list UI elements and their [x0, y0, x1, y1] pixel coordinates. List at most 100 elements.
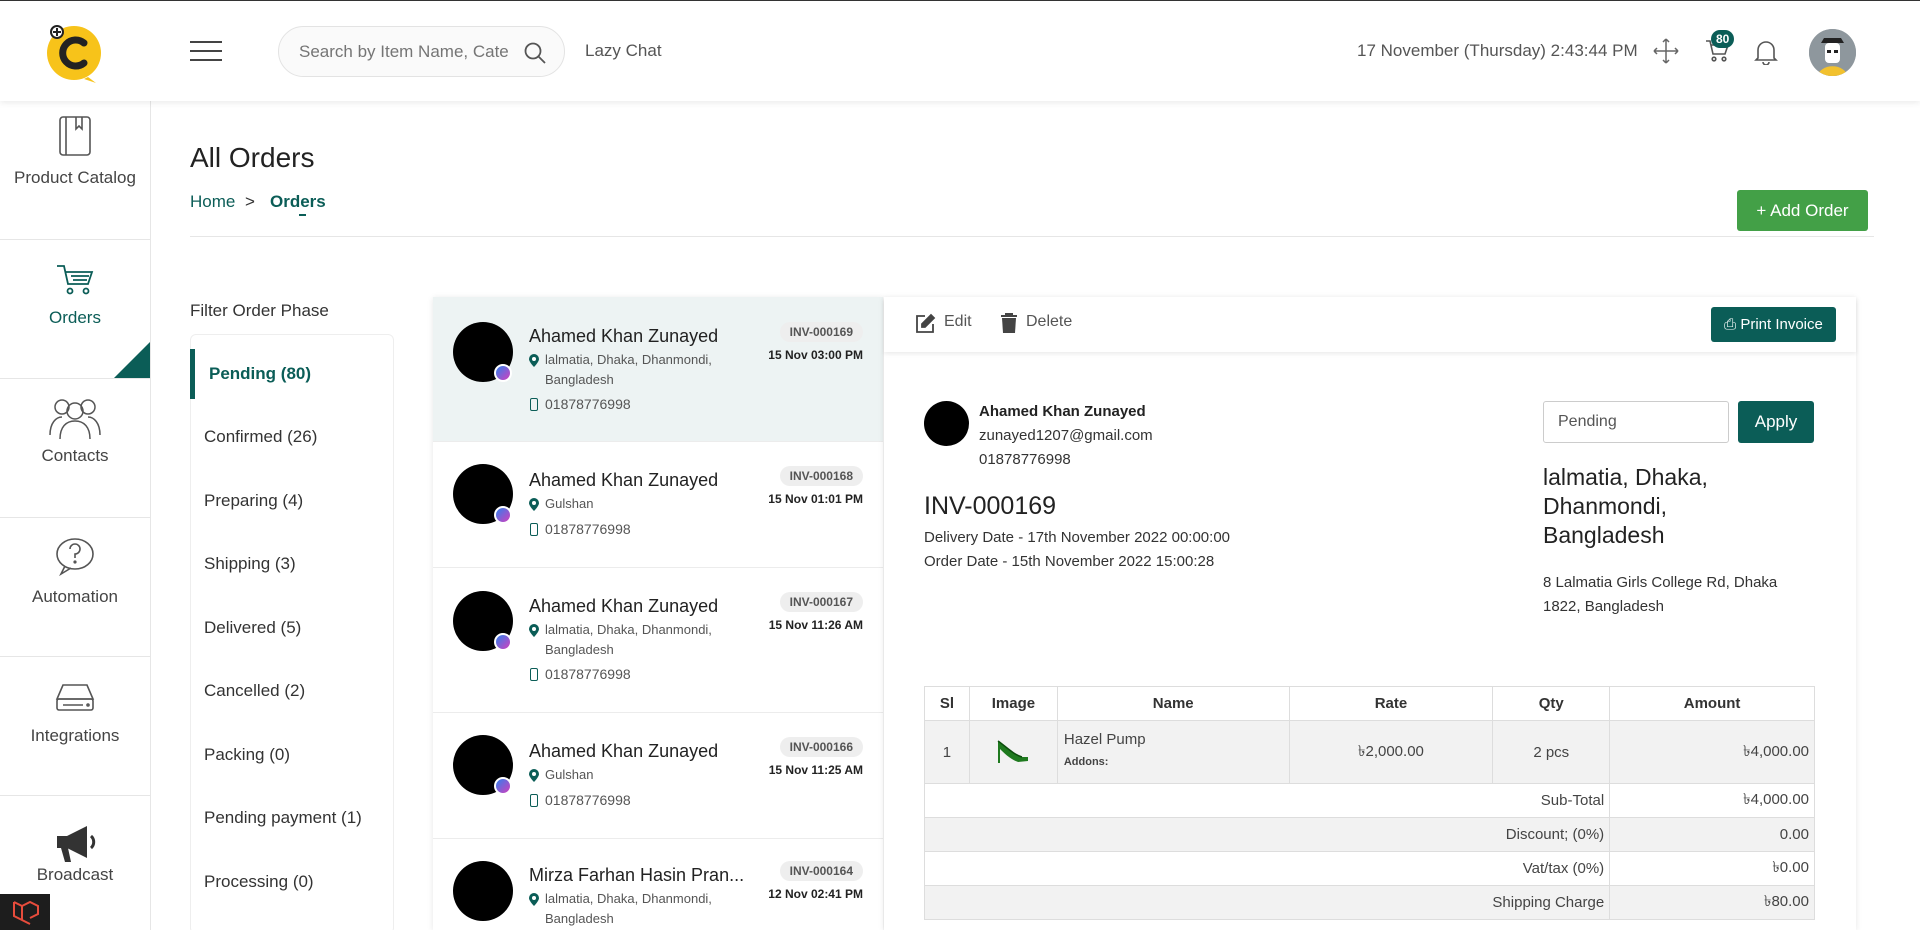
filter-delivered[interactable]: Delivered (5) — [190, 603, 394, 653]
search-icon[interactable] — [523, 41, 547, 70]
sidebar-item-product-catalog[interactable]: Product Catalog — [0, 101, 150, 240]
header-divider — [190, 236, 1874, 237]
delivery-address-full: 8 Lalmatia Girls College Rd, Dhaka 1822,… — [1543, 574, 1778, 615]
order-date: 12 Nov 02:41 PM — [768, 887, 863, 901]
filter-confirmed[interactable]: Confirmed (26) — [190, 412, 394, 462]
sidebar-item-orders[interactable]: Orders — [0, 240, 150, 379]
item-sl: 1 — [924, 720, 970, 784]
customer-name: Ahamed Khan Zunayed — [979, 403, 1146, 420]
summary-label: Discount; (0%) — [923, 817, 1611, 852]
table-row: Discount; (0%) 0.00 — [923, 817, 1815, 852]
order-card[interactable]: Mirza Farhan Hasin Pran... lalmatia, Dha… — [433, 839, 883, 930]
fullscreen-icon[interactable] — [1652, 37, 1680, 70]
order-customer-name: Ahamed Khan Zunayed — [529, 741, 719, 761]
column-header: Sl — [924, 686, 970, 721]
breadcrumb-home-link[interactable]: Home — [190, 192, 235, 212]
summary-label: Shipping Charge — [923, 885, 1611, 920]
item-image — [968, 720, 1058, 784]
order-customer-name: Mirza Farhan Hasin Pran... — [529, 865, 745, 885]
search-input[interactable] — [299, 40, 509, 64]
filter-preparing[interactable]: Preparing (4) — [190, 476, 394, 526]
delivery-address-area: lalmatia, Dhaka, Dhanmondi, Bangladesh — [1543, 464, 1708, 548]
trash-icon[interactable] — [1000, 312, 1018, 339]
filter-pending-payment[interactable]: Pending payment (1) — [190, 793, 394, 843]
sidebar-item-automation[interactable]: Automation — [0, 518, 150, 657]
invoice-badge: INV-000169 — [779, 322, 863, 342]
order-location: lalmatia, Dhaka, Dhanmondi, Bangladesh — [545, 891, 712, 926]
order-card[interactable]: Ahamed Khan Zunayed lalmatia, Dhaka, Dha… — [433, 297, 883, 442]
filter-processing[interactable]: Processing (0) — [190, 857, 394, 907]
location-pin-icon — [529, 624, 539, 642]
menu-toggle-icon[interactable] — [190, 41, 222, 63]
table-header-row: Sl Image Name Rate Qty Amount — [924, 686, 1815, 721]
messenger-icon — [494, 506, 512, 524]
detail-toolbar: Edit Delete ⎙ Print Invoice — [884, 297, 1856, 352]
order-status-input[interactable] — [1543, 401, 1729, 443]
invoice-badge: INV-000166 — [779, 737, 863, 757]
column-header: Name — [1056, 686, 1290, 721]
filter-title: Filter Order Phase — [190, 301, 329, 320]
summary-value: ৳0.00 — [1609, 851, 1815, 886]
order-date: 15 Nov 11:25 AM — [768, 763, 863, 777]
customer-email: zunayed1207@gmail.com — [979, 427, 1153, 444]
delete-button[interactable]: Delete — [1026, 313, 1072, 331]
order-card[interactable]: Ahamed Khan Zunayed lalmatia, Dhaka, Dha… — [433, 568, 883, 713]
sidebar-item-integrations[interactable]: Integrations — [0, 657, 150, 796]
order-items-table: Sl Image Name Rate Qty Amount 1 Hazel Pu… — [923, 686, 1815, 920]
order-card[interactable]: Ahamed Khan Zunayed Gulshan 01878776998 … — [433, 713, 883, 839]
user-avatar[interactable] — [1809, 29, 1856, 76]
messenger-icon — [494, 364, 512, 382]
item-qty: 2 pcs — [1492, 720, 1611, 784]
page-title: All Orders — [190, 142, 315, 173]
breadcrumb-current: Orders — [270, 192, 326, 211]
router-icon — [55, 681, 95, 718]
printer-icon: ⎙ — [1724, 316, 1737, 333]
item-addons: Addons: — [1063, 756, 1109, 768]
print-invoice-button[interactable]: ⎙ Print Invoice — [1711, 307, 1836, 342]
filter-pending[interactable]: Pending (80) — [190, 349, 394, 399]
location-pin-icon — [529, 893, 539, 911]
active-indicator — [114, 342, 150, 378]
edit-button[interactable]: Edit — [944, 313, 972, 331]
phone-icon — [530, 523, 538, 536]
filter-shipping[interactable]: Shipping (3) — [190, 539, 394, 589]
order-location: Gulshan — [545, 496, 594, 511]
order-customer-name: Ahamed Khan Zunayed — [529, 596, 719, 616]
messenger-icon — [494, 633, 512, 651]
sidebar-item-contacts[interactable]: Contacts — [0, 379, 150, 518]
column-header: Rate — [1288, 686, 1494, 721]
delivery-date: Delivery Date - 17th November 2022 00:00… — [924, 529, 1231, 546]
customer-avatar — [924, 401, 969, 446]
sidebar-item-label: Automation — [32, 587, 118, 606]
invoice-number: INV-000169 — [924, 492, 1057, 520]
top-bar: Lazy Chat 17 November (Thursday) 2:43:44… — [0, 0, 1920, 101]
debugbar-icon[interactable] — [0, 894, 50, 930]
breadcrumb-underline — [299, 214, 306, 216]
book-icon — [58, 115, 92, 162]
column-header: Qty — [1492, 686, 1611, 721]
order-card[interactable]: Ahamed Khan Zunayed Gulshan 01878776998 … — [433, 442, 883, 568]
invoice-badge: INV-000167 — [779, 592, 863, 612]
sidebar-item-label: Broadcast — [36, 865, 114, 884]
invoice-badge: INV-000164 — [779, 861, 863, 881]
apply-status-button[interactable]: Apply — [1738, 401, 1814, 443]
item-name-cell: Hazel Pump Addons: — [1056, 720, 1290, 784]
orders-list: Ahamed Khan Zunayed lalmatia, Dhaka, Dha… — [433, 297, 883, 930]
filter-packing[interactable]: Packing (0) — [190, 730, 394, 780]
summary-label: Sub-Total — [923, 783, 1611, 818]
notification-bell-icon[interactable] — [1754, 37, 1778, 70]
table-row: Sub-Total ৳4,000.00 — [923, 783, 1815, 818]
order-location: Gulshan — [545, 767, 594, 782]
customer-phone: 01878776998 — [979, 451, 1071, 468]
order-location: lalmatia, Dhaka, Dhanmondi, Bangladesh — [545, 622, 712, 657]
phone-icon — [530, 398, 538, 411]
location-pin-icon — [529, 354, 539, 372]
edit-icon[interactable] — [914, 313, 936, 340]
add-order-button[interactable]: + Add Order — [1737, 190, 1868, 231]
summary-value: ৳80.00 — [1609, 885, 1815, 920]
lazy-chat-link[interactable]: Lazy Chat — [585, 41, 662, 61]
app-logo-icon[interactable] — [44, 21, 106, 83]
filter-cancelled[interactable]: Cancelled (2) — [190, 666, 394, 716]
item-rate: ৳2,000.00 — [1288, 720, 1494, 784]
contacts-icon — [46, 395, 104, 446]
